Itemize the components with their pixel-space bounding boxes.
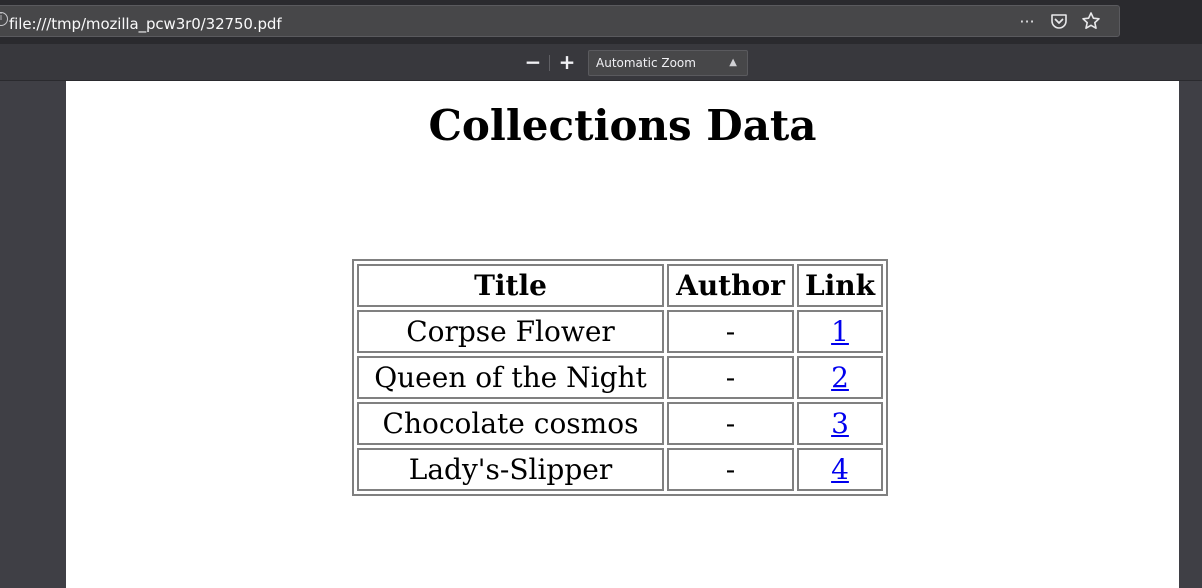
bookmark-star-icon[interactable] [1080, 10, 1102, 32]
pdf-toolbar: − + Automatic Zoom ▲ [0, 44, 1202, 81]
cell-title: Corpse Flower [357, 310, 664, 353]
cell-author: - [667, 356, 794, 399]
select-arrows-icon: ▲ [729, 57, 737, 68]
pocket-icon[interactable] [1048, 10, 1070, 32]
table-row: Corpse Flower - 1 [357, 310, 883, 353]
more-actions-icon[interactable]: ··· [1016, 10, 1038, 32]
zoom-in-button[interactable]: + [555, 52, 579, 74]
cell-link: 3 [797, 402, 883, 445]
cell-author: - [667, 448, 794, 491]
column-header-title: Title [357, 264, 664, 307]
zoom-select-value: Automatic Zoom [596, 56, 696, 70]
table-row: Queen of the Night - 2 [357, 356, 883, 399]
cell-link: 1 [797, 310, 883, 353]
column-header-author: Author [667, 264, 794, 307]
browser-toolbar: file:///tmp/mozilla_pcw3r0/32750.pdf i ·… [0, 0, 1202, 44]
link-2[interactable]: 2 [831, 361, 849, 394]
link-3[interactable]: 3 [831, 407, 849, 440]
cell-title: Chocolate cosmos [357, 402, 664, 445]
page-actions: ··· [1016, 10, 1102, 32]
cell-title: Lady's-Slipper [357, 448, 664, 491]
url-text[interactable]: file:///tmp/mozilla_pcw3r0/32750.pdf [9, 15, 282, 33]
zoom-out-button[interactable]: − [521, 52, 545, 74]
table-header-row: Title Author Link [357, 264, 883, 307]
table-row: Chocolate cosmos - 3 [357, 402, 883, 445]
collections-table: Title Author Link Corpse Flower - 1 Quee… [352, 259, 888, 496]
cell-link: 2 [797, 356, 883, 399]
cell-title: Queen of the Night [357, 356, 664, 399]
pdf-page: Collections Data Title Author Link Corps… [66, 81, 1179, 588]
cell-author: - [667, 402, 794, 445]
pdf-viewer[interactable]: Collections Data Title Author Link Corps… [0, 81, 1202, 588]
cell-author: - [667, 310, 794, 353]
zoom-select[interactable]: Automatic Zoom ▲ [588, 50, 748, 76]
link-1[interactable]: 1 [831, 315, 849, 348]
document-title: Collections Data [428, 101, 817, 150]
cell-link: 4 [797, 448, 883, 491]
table-row: Lady's-Slipper - 4 [357, 448, 883, 491]
toolbar-separator [549, 55, 550, 71]
column-header-link: Link [797, 264, 883, 307]
address-bar[interactable]: file:///tmp/mozilla_pcw3r0/32750.pdf [0, 5, 1120, 37]
link-4[interactable]: 4 [831, 453, 849, 486]
